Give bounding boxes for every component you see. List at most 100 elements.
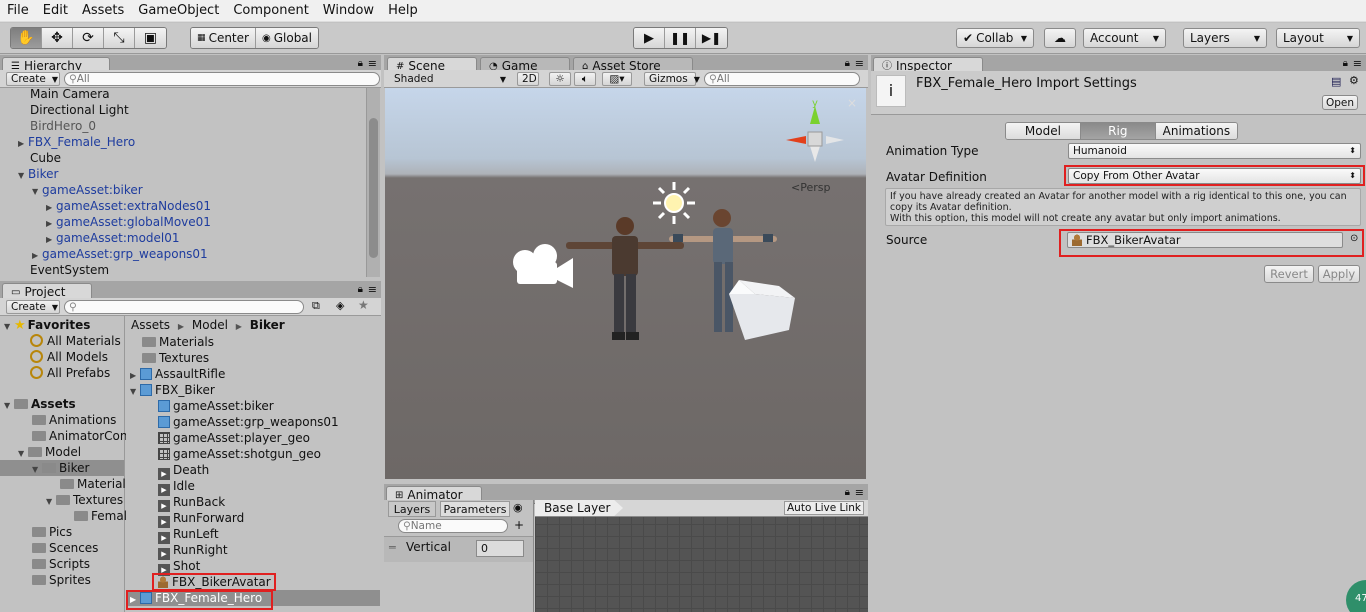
- list-item[interactable]: ▼ Biker: [18, 166, 58, 182]
- orientation-gizmo[interactable]: y: [780, 94, 850, 172]
- list-item[interactable]: ▶ gameAsset:grp_weapons01: [32, 246, 208, 262]
- tab-rig[interactable]: Rig: [1080, 123, 1156, 139]
- list-item[interactable]: Cube: [30, 150, 61, 166]
- list-item[interactable]: ▼ FBX_Biker: [130, 382, 215, 398]
- list-item[interactable]: Main Camera: [30, 86, 110, 102]
- expand-arrow-icon[interactable]: ▶: [18, 136, 28, 152]
- list-item[interactable]: Pics: [32, 524, 72, 540]
- list-item[interactable]: ▶ RunRight: [158, 542, 228, 560]
- open-button[interactable]: Open: [1322, 95, 1358, 110]
- menu-gameobject[interactable]: GameObject: [131, 0, 226, 22]
- play-icon[interactable]: ▶: [634, 28, 665, 48]
- list-item[interactable]: BirdHero_0: [30, 118, 96, 134]
- toggle-2d-button[interactable]: 2D: [517, 72, 539, 86]
- lock-icon[interactable]: 🔒︎: [845, 58, 850, 69]
- menu-component[interactable]: Component: [226, 0, 315, 22]
- layout-dropdown[interactable]: Layout ▼: [1276, 28, 1360, 48]
- collapse-arrow-icon[interactable]: ▼: [32, 184, 42, 200]
- list-item[interactable]: ▼ Textures: [46, 492, 123, 508]
- base-layer-breadcrumb[interactable]: Base Layer: [535, 500, 623, 516]
- menu-edit[interactable]: Edit: [36, 0, 75, 22]
- scene-search[interactable]: ⚲: [704, 72, 860, 86]
- tab-model[interactable]: Model: [1006, 123, 1081, 139]
- project-search[interactable]: ⚲: [64, 300, 304, 314]
- filter-type-icon[interactable]: ⧉: [312, 299, 320, 313]
- lock-icon[interactable]: 🔒︎: [845, 487, 850, 498]
- list-item[interactable]: Femal: [74, 508, 127, 524]
- persp-label[interactable]: <Persp: [791, 181, 830, 194]
- cloud-button[interactable]: ☁: [1044, 28, 1076, 48]
- list-item[interactable]: gameAsset:grp_weapons01: [158, 414, 339, 430]
- list-item[interactable]: ▶ RunBack: [158, 494, 225, 512]
- hand-tool-icon[interactable]: ✋: [11, 28, 42, 48]
- list-item-selected[interactable]: ▼ Biker: [0, 460, 124, 476]
- auto-live-link-toggle[interactable]: Auto Live Link: [784, 501, 864, 515]
- layers-dropdown[interactable]: Layers ▼: [1183, 28, 1267, 48]
- gizmos-dropdown[interactable]: Gizmos ▼: [644, 72, 700, 86]
- breadcrumb-current[interactable]: Biker: [250, 318, 285, 332]
- list-item[interactable]: ▶ gameAsset:model01: [46, 230, 180, 246]
- favorite-star-icon[interactable]: ★: [358, 298, 369, 312]
- effects-dropdown-icon[interactable]: ▨▾: [602, 72, 632, 86]
- project-search-input[interactable]: [76, 301, 303, 313]
- eye-icon[interactable]: ◉: [513, 501, 523, 514]
- animator-graph[interactable]: Base Layer Auto Live Link: [535, 500, 868, 612]
- lighting-toggle-icon[interactable]: ☼: [549, 72, 571, 86]
- list-item[interactable]: ▶ RunLeft: [158, 526, 219, 544]
- project-create-button[interactable]: Create ▼: [6, 300, 60, 314]
- list-item[interactable]: ▶ FBX_Female_Hero: [18, 134, 135, 150]
- animator-parameters-tab[interactable]: Parameters: [440, 501, 510, 517]
- hierarchy-search-input[interactable]: [76, 73, 379, 85]
- parameter-row[interactable]: ═ Vertical 0: [384, 536, 533, 562]
- scene-search-input[interactable]: [716, 73, 859, 85]
- animation-type-dropdown[interactable]: Humanoid ⬍: [1068, 143, 1361, 159]
- animator-layers-tab[interactable]: Layers: [388, 501, 436, 517]
- list-item[interactable]: All Prefabs: [30, 365, 110, 381]
- breadcrumb-item[interactable]: Model: [192, 318, 228, 332]
- menu-icon[interactable]: ≡: [1353, 57, 1362, 70]
- label-tag-icon[interactable]: ◈: [336, 299, 344, 312]
- close-icon[interactable]: ×: [847, 96, 857, 110]
- help-book-icon[interactable]: ▤: [1331, 75, 1341, 88]
- menu-assets[interactable]: Assets: [75, 0, 131, 22]
- pivot-center-button[interactable]: ▦ Center: [191, 28, 256, 48]
- menu-icon[interactable]: ≡: [368, 57, 377, 70]
- tab-animations[interactable]: Animations: [1155, 123, 1237, 139]
- parameter-search-input[interactable]: [410, 520, 507, 532]
- scale-tool-icon[interactable]: ⤡: [104, 28, 135, 48]
- settings-gear-icon[interactable]: ⚙: [1349, 74, 1359, 87]
- list-item[interactable]: gameAsset:biker: [158, 398, 274, 414]
- hierarchy-search[interactable]: ⚲: [64, 72, 380, 86]
- rect-tool-icon[interactable]: ▣: [135, 28, 166, 48]
- list-item[interactable]: Sprites: [32, 572, 91, 588]
- list-item[interactable]: ▶ gameAsset:globalMove01: [46, 214, 211, 230]
- collapse-arrow-icon[interactable]: ▼: [4, 319, 14, 335]
- list-item[interactable]: gameAsset:player_geo: [158, 430, 310, 446]
- space-global-button[interactable]: ◉ Global: [256, 28, 318, 48]
- scrollbar-thumb[interactable]: [369, 118, 378, 258]
- parameter-search[interactable]: ⚲: [398, 519, 508, 533]
- audio-toggle-icon[interactable]: 🔈︎: [574, 72, 596, 86]
- list-item[interactable]: All Models: [30, 349, 108, 365]
- menu-icon[interactable]: ≡: [855, 57, 864, 70]
- list-item[interactable]: ▶ Shot: [158, 558, 200, 576]
- cube-object[interactable]: [725, 276, 797, 342]
- lock-icon[interactable]: 🔒︎: [358, 284, 363, 295]
- drag-handle-icon[interactable]: ═: [389, 541, 396, 554]
- collapse-arrow-icon[interactable]: ▼: [18, 168, 28, 184]
- revert-button[interactable]: Revert: [1264, 265, 1314, 283]
- move-tool-icon[interactable]: ✥: [42, 28, 73, 48]
- favorites-header[interactable]: ▼ ★ Favorites: [4, 317, 90, 333]
- menu-file[interactable]: File: [0, 0, 36, 22]
- hierarchy-create-button[interactable]: Create ▼: [6, 72, 60, 86]
- collapse-arrow-icon[interactable]: ▼: [4, 398, 14, 414]
- assets-header[interactable]: ▼ Assets: [4, 396, 76, 412]
- lock-icon[interactable]: 🔒︎: [1343, 58, 1348, 69]
- list-item[interactable]: AnimatorCon: [32, 428, 128, 444]
- account-dropdown[interactable]: Account ▼: [1083, 28, 1166, 48]
- list-item[interactable]: ▶ gameAsset:extraNodes01: [46, 198, 211, 214]
- list-item[interactable]: ▼ gameAsset:biker: [32, 182, 143, 198]
- collapse-arrow-icon[interactable]: ▼: [130, 384, 140, 400]
- list-item[interactable]: Materials: [142, 334, 214, 350]
- list-item[interactable]: ▶ Idle: [158, 478, 195, 496]
